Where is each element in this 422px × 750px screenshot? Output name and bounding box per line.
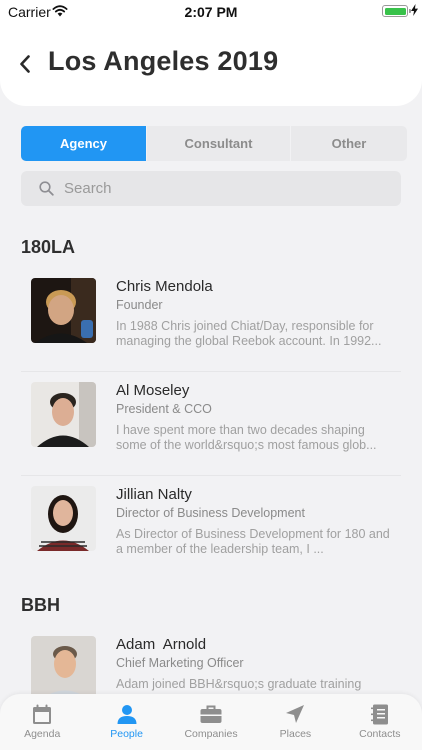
tab-places[interactable]: Places: [253, 694, 337, 750]
battery-fill: [384, 7, 406, 15]
briefcase-icon: [200, 705, 222, 723]
person-name: Jillian Nalty: [116, 486, 192, 503]
status-time: 2:07 PM: [184, 4, 238, 20]
person-row[interactable]: Jillian Nalty Director of Business Devel…: [21, 476, 401, 580]
person-name: Chris Mendola: [116, 278, 213, 295]
tab-label: Companies: [184, 728, 238, 740]
person-role: Founder: [116, 298, 163, 312]
person-role: President & CCO: [116, 402, 212, 416]
avatar: [31, 636, 96, 701]
tab-label: People: [110, 728, 143, 740]
segment-other[interactable]: Other: [291, 126, 407, 161]
battery-icon: [382, 5, 411, 17]
segment-agency[interactable]: Agency: [21, 126, 146, 161]
tab-contacts[interactable]: Contacts: [338, 694, 422, 750]
tab-label: Places: [279, 728, 312, 740]
search-input[interactable]: [64, 180, 364, 197]
person-name: Adam Arnold: [116, 636, 207, 653]
segment-consultant[interactable]: Consultant: [146, 126, 291, 161]
calendar-icon: [33, 704, 52, 724]
category-segmented-control: Agency Consultant Other: [21, 126, 407, 161]
person-bio: As Director of Business Development for …: [116, 527, 390, 556]
back-button[interactable]: [14, 52, 36, 76]
search-bar[interactable]: [21, 171, 401, 206]
search-icon: [39, 181, 54, 196]
address-book-icon: [370, 704, 388, 725]
person-role: Chief Marketing Officer: [116, 656, 244, 670]
person-row[interactable]: Al Moseley President & CCO I have spent …: [21, 372, 401, 476]
status-bar: Carrier 2:07 PM: [0, 0, 422, 24]
tab-people[interactable]: People: [84, 694, 168, 750]
person-role: Director of Business Development: [116, 506, 305, 520]
tab-bar: Agenda People Companies Places Contacts: [0, 694, 422, 750]
page-title: Los Angeles 2019: [48, 46, 279, 76]
person-row[interactable]: Chris Mendola Founder In 1988 Chris join…: [21, 268, 401, 372]
navigation-arrow-icon: [286, 705, 305, 723]
tab-agenda[interactable]: Agenda: [0, 694, 84, 750]
person-name: Al Moseley: [116, 382, 190, 399]
avatar: [31, 382, 96, 447]
chevron-left-icon: [20, 55, 30, 73]
section-header-180la: 180LA: [21, 237, 76, 257]
person-bio: I have spent more than two decades shapi…: [116, 423, 377, 452]
tab-companies[interactable]: Companies: [169, 694, 253, 750]
charging-bolt-icon: [411, 4, 418, 16]
section-header-bbh: BBH: [21, 595, 60, 615]
person-bio: In 1988 Chris joined Chiat/Day, responsi…: [116, 319, 382, 348]
avatar: [31, 278, 96, 343]
avatar: [31, 486, 96, 551]
tab-label: Contacts: [359, 728, 401, 740]
person-icon: [117, 705, 137, 724]
tab-label: Agenda: [24, 728, 61, 740]
